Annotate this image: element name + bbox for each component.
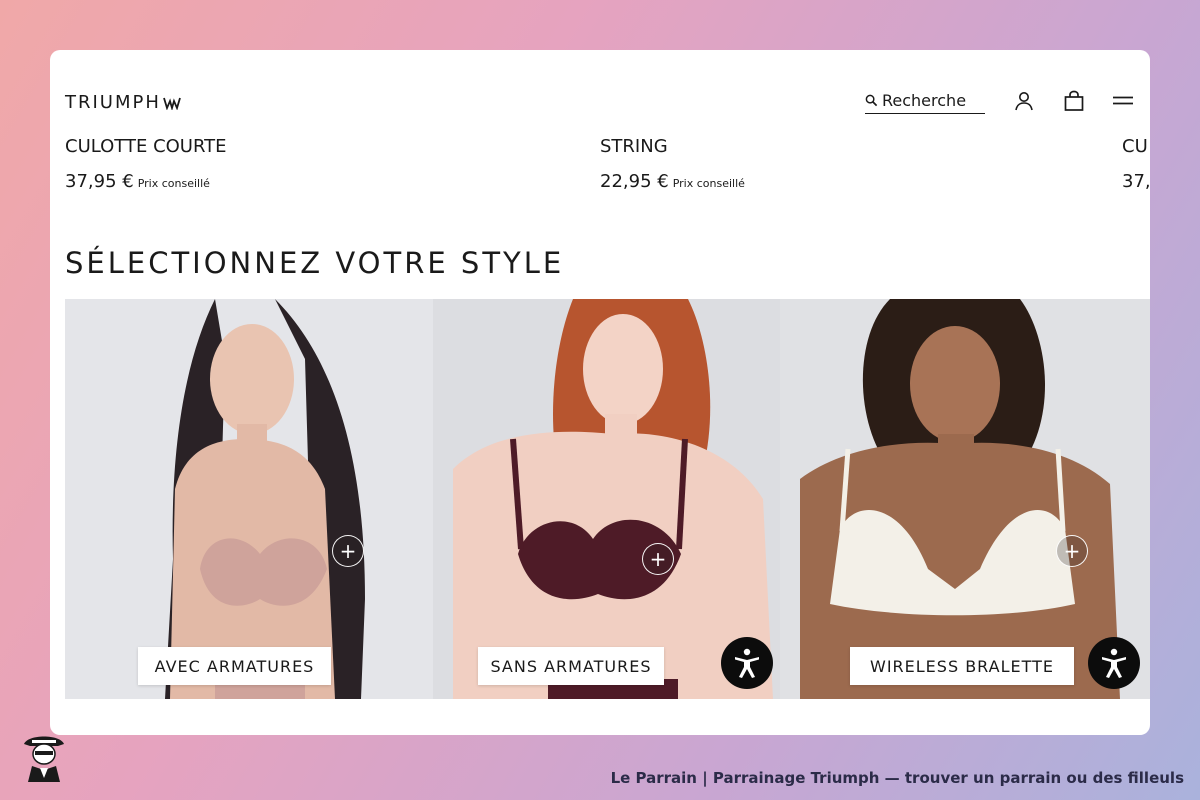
model-photo [780, 299, 1150, 699]
add-button[interactable]: + [1056, 535, 1088, 567]
product-price-row: 37, [1122, 171, 1150, 192]
cart-button[interactable] [1062, 89, 1086, 113]
price-note: Prix conseillé [672, 177, 745, 190]
add-button[interactable]: + [642, 543, 674, 575]
price-note: Prix conseillé [137, 177, 210, 190]
product-item[interactable]: STRING 22,95 € Prix conseillé [600, 136, 745, 192]
product-name[interactable]: STRING [600, 136, 745, 157]
style-tile-avec-armatures[interactable]: + AVEC ARMATURES [65, 299, 433, 699]
product-price: 22,95 € [600, 171, 669, 192]
style-tile-sans-armatures[interactable]: + SANS ARMATURES [433, 299, 780, 699]
logo-text: TRIUMPH [65, 92, 161, 113]
style-tile-wireless-bralette[interactable]: + WIRELESS BRALETTE [780, 299, 1150, 699]
accessibility-button[interactable] [721, 637, 773, 689]
account-button[interactable] [1012, 89, 1036, 113]
bag-icon [1064, 90, 1084, 111]
style-label-button[interactable]: AVEC ARMATURES [138, 647, 331, 685]
triumph-logo[interactable]: TRIUMPH [65, 92, 181, 113]
product-price-row: 22,95 € Prix conseillé [600, 171, 745, 192]
style-label-button[interactable]: SANS ARMATURES [478, 647, 664, 685]
accessibility-button[interactable] [1088, 637, 1140, 689]
menu-button[interactable] [1111, 89, 1135, 113]
footer-caption: Le Parrain | Parrainage Triumph — trouve… [610, 769, 1184, 787]
product-name[interactable]: CULOTTE COURTE [65, 136, 227, 157]
section-title: SÉLECTIONNEZ VOTRE STYLE [65, 246, 565, 280]
style-label-button[interactable]: WIRELESS BRALETTE [850, 647, 1074, 685]
account-icon [1015, 92, 1033, 111]
crown-icon [163, 97, 181, 110]
menu-icon [1113, 96, 1133, 105]
product-item[interactable]: CULOTTE COURTE 37,95 € Prix conseillé [65, 136, 227, 192]
godfather-mascot-icon [24, 736, 64, 782]
search-input[interactable] [882, 91, 982, 110]
product-price-row: 37,95 € Prix conseillé [65, 171, 227, 192]
search-field[interactable] [865, 88, 985, 114]
site-header: TRIUMPH [50, 50, 1150, 150]
search-icon [865, 94, 878, 107]
product-name[interactable]: CU [1122, 136, 1150, 157]
accessibility-icon [1102, 648, 1126, 678]
model-photo [65, 299, 433, 699]
accessibility-icon [735, 648, 759, 678]
model-photo [433, 299, 780, 699]
product-price: 37,95 € [65, 171, 134, 192]
product-item-partial[interactable]: CU 37, [1122, 136, 1150, 192]
browser-card: TRIUMPH Recherche CULOTTE COURTE 37,95 €… [50, 50, 1150, 735]
add-button[interactable]: + [332, 535, 364, 567]
product-price: 37, [1122, 171, 1150, 192]
